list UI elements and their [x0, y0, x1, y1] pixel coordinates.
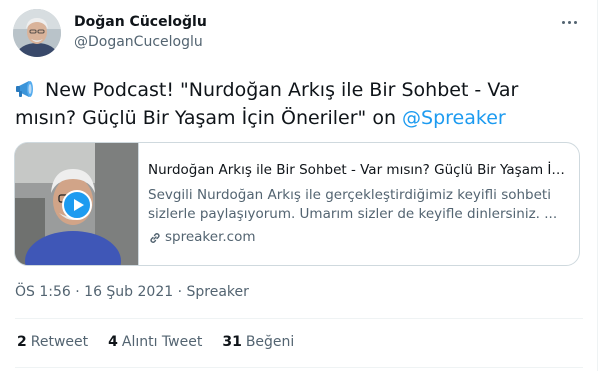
tweet-time[interactable]: ÖS 1:56	[15, 284, 71, 300]
card-thumbnail	[15, 143, 139, 265]
more-options-button[interactable]	[558, 11, 580, 33]
tweet-meta: ÖS 1:56 · 16 Şub 2021 · Spreaker	[15, 283, 249, 301]
stat-count: 2	[17, 334, 27, 350]
divider	[15, 367, 583, 368]
tweet: Doğan Cüceloğlu @DoganCuceloglu New Podc…	[0, 0, 598, 371]
stat-label: Retweet	[30, 334, 89, 350]
tweet-date[interactable]: 16 Şub 2021	[84, 284, 173, 300]
meta-separator: ·	[75, 284, 80, 300]
stat-label: Alıntı Tweet	[121, 334, 203, 350]
play-icon	[73, 199, 84, 211]
stat-count: 4	[108, 334, 118, 350]
more-dot	[561, 20, 565, 24]
mention-link[interactable]: @Spreaker	[402, 107, 506, 129]
card-domain: spreaker.com	[148, 228, 568, 247]
stat-count: 31	[222, 334, 242, 350]
tweet-stats: 2 Retweet 4 Alıntı Tweet 31 Beğeni	[17, 333, 314, 351]
divider	[15, 318, 583, 319]
card-body: Nurdoğan Arkış ile Bir Sohbet - Var mısı…	[148, 161, 568, 247]
like-count[interactable]: 31 Beğeni	[222, 333, 294, 351]
megaphone-icon	[15, 79, 39, 99]
link-icon	[148, 231, 162, 245]
avatar[interactable]	[13, 9, 61, 57]
author-name[interactable]: Doğan Cüceloğlu	[74, 13, 207, 31]
meta-separator: ·	[177, 284, 183, 300]
card-title: Nurdoğan Arkış ile Bir Sohbet - Var mısı…	[148, 162, 568, 178]
more-dot	[567, 20, 571, 24]
card-domain-text: spreaker.com	[165, 229, 256, 245]
more-dot	[573, 20, 577, 24]
link-card[interactable]: Nurdoğan Arkış ile Bir Sohbet - Var mısı…	[14, 142, 580, 266]
stat-label: Beğeni	[245, 334, 295, 350]
tweet-text: New Podcast! "Nurdoğan Arkış ile Bir Soh…	[15, 76, 585, 132]
tweet-source[interactable]: Spreaker	[187, 284, 249, 300]
quote-tweet-count[interactable]: 4 Alıntı Tweet	[108, 333, 202, 351]
play-button[interactable]	[62, 190, 92, 220]
avatar-image	[13, 9, 61, 57]
author-handle[interactable]: @DoganCuceloglu	[74, 33, 203, 51]
retweet-count[interactable]: 2 Retweet	[17, 333, 88, 351]
card-description: Sevgili Nurdoğan Arkış ile gerçekleştird…	[148, 187, 558, 222]
